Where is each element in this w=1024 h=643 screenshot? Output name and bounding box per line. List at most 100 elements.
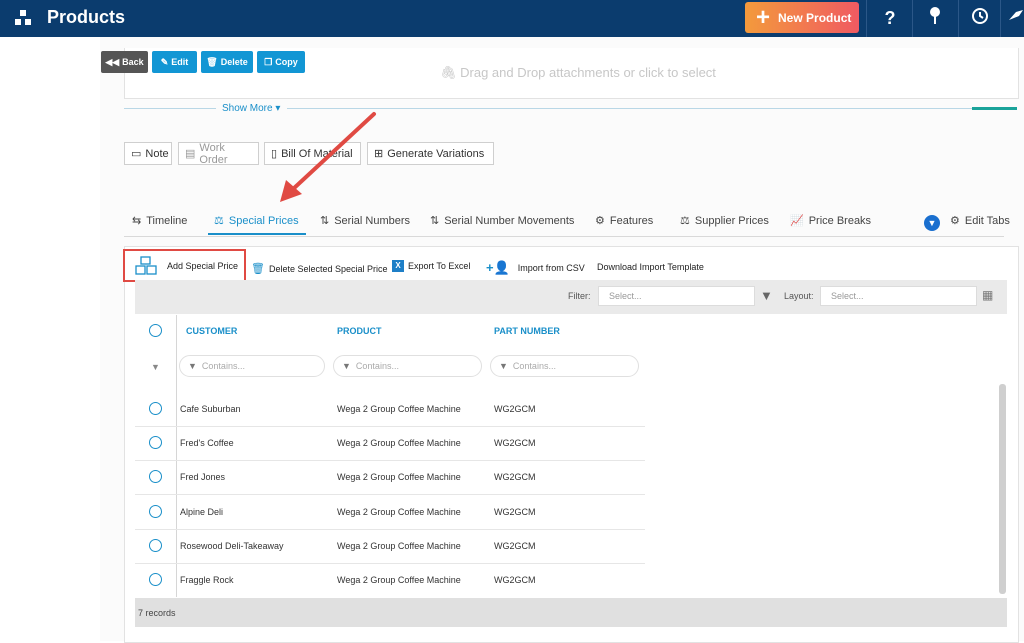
scale-icon: ⚖ (214, 215, 224, 227)
row-checkbox[interactable] (149, 573, 162, 586)
active-tab-indicator (208, 233, 306, 235)
column-header-product[interactable]: PRODUCT (337, 326, 382, 336)
download-template-button[interactable]: Download Import Template (597, 262, 704, 272)
part-number-cell: WG2GCM (494, 575, 536, 585)
funnel-icon: ▼ (342, 361, 351, 371)
part-number-filter-input[interactable]: ▼ Contains... (490, 355, 639, 377)
divider-line (124, 108, 216, 109)
tab-features[interactable]: ⚙ Features (595, 214, 653, 228)
divider-line (287, 108, 973, 109)
tab-timeline[interactable]: ⇆ Timeline (132, 214, 187, 228)
back-arrows-icon: ◀◀ (105, 56, 120, 67)
scale-icon: ⚖ (680, 215, 690, 227)
part-number-cell: WG2GCM (494, 438, 536, 448)
chevron-down-icon[interactable]: ▼ (924, 215, 940, 231)
layout-grid-icon[interactable]: ▦ (982, 288, 993, 302)
product-cell: Wega 2 Group Coffee Machine (337, 507, 461, 517)
note-button[interactable]: ▭ Note (124, 142, 172, 165)
part-number-cell: WG2GCM (494, 404, 536, 414)
dropzone-text: 🖇 Drag and Drop attachments or click to … (440, 65, 716, 80)
export-excel-button[interactable]: X Export To Excel (392, 260, 470, 272)
product-cell: Wega 2 Group Coffee Machine (337, 404, 461, 414)
row-checkbox[interactable] (149, 505, 162, 518)
timeline-icon: ⇆ (132, 215, 142, 227)
pin-icon[interactable] (923, 6, 947, 30)
funnel-icon[interactable]: ▼ (760, 288, 773, 303)
table-row[interactable]: Fred's Coffee Wega 2 Group Coffee Machin… (135, 426, 645, 461)
note-icon: ▭ (131, 148, 142, 160)
customer-cell: Fred Jones (180, 472, 226, 482)
edit-icon: ✎ (160, 56, 169, 67)
customer-cell: Fred's Coffee (180, 438, 234, 448)
filter-icon: ▼ (151, 362, 160, 372)
chart-icon: 📈 (790, 215, 804, 227)
filter-select[interactable]: Select... (598, 286, 755, 306)
products-logo-icon (15, 10, 31, 25)
product-cell: Wega 2 Group Coffee Machine (337, 575, 461, 585)
tab-serial-number-movements[interactable]: ⇅ Serial Number Movements (430, 214, 574, 228)
delete-button[interactable]: 🗑 Delete (201, 51, 253, 73)
product-filter-input[interactable]: ▼ Contains... (333, 355, 482, 377)
gear-icon: ⚙ (950, 215, 960, 227)
work-order-button[interactable]: ▤ Work Order (178, 142, 259, 166)
table-row[interactable]: Cafe Suburban Wega 2 Group Coffee Machin… (135, 392, 645, 427)
divider (866, 0, 867, 37)
add-user-icon: +👤 (486, 260, 510, 275)
tab-special-prices[interactable]: ⚖ Special Prices (214, 214, 299, 228)
sort-icon: ⇅ (320, 215, 330, 227)
product-cell: Wega 2 Group Coffee Machine (337, 541, 461, 551)
product-cell: Wega 2 Group Coffee Machine (337, 472, 461, 482)
tab-price-breaks[interactable]: 📈 Price Breaks (790, 214, 871, 228)
table-row[interactable]: Rosewood Deli-Takeaway Wega 2 Group Coff… (135, 529, 645, 564)
generate-variations-button[interactable]: ⊞ Generate Variations (367, 142, 494, 165)
new-product-label: New Product (778, 10, 852, 25)
annotation-arrow-icon (280, 112, 376, 202)
table-footer (135, 598, 1007, 627)
left-margin (0, 37, 100, 641)
row-checkbox[interactable] (149, 436, 162, 449)
trash-icon: 🗑 (251, 263, 265, 275)
layout-select[interactable]: Select... (820, 286, 977, 306)
layout-label: Layout: (784, 291, 814, 301)
customer-filter-input[interactable]: ▼ Contains... (179, 355, 325, 377)
delete-special-price-button[interactable]: 🗑 Delete Selected Special Price (251, 262, 388, 275)
divider (958, 0, 959, 37)
edit-tabs-button[interactable]: ⚙ Edit Tabs (950, 214, 1010, 228)
copy-button[interactable]: ❐ Copy (257, 51, 305, 73)
customer-cell: Rosewood Deli-Takeaway (180, 541, 284, 551)
funnel-icon: ▼ (188, 361, 197, 371)
filter-label: Filter: (568, 291, 591, 301)
new-product-button[interactable]: + New Product (745, 2, 859, 33)
column-header-part-number[interactable]: PART NUMBER (494, 326, 560, 336)
product-cell: Wega 2 Group Coffee Machine (337, 438, 461, 448)
history-icon[interactable] (968, 6, 992, 30)
customer-cell: Alpine Deli (180, 507, 224, 517)
help-icon[interactable]: ? (878, 6, 902, 30)
table-row[interactable]: Alpine Deli Wega 2 Group Coffee Machine … (135, 495, 645, 530)
part-number-cell: WG2GCM (494, 472, 536, 482)
row-checkbox[interactable] (149, 470, 162, 483)
row-checkbox[interactable] (149, 402, 162, 415)
trash-icon: 🗑 (206, 56, 218, 67)
import-csv-button[interactable]: +👤 Import from CSV (486, 260, 585, 276)
column-header-customer[interactable]: CUSTOMER (186, 326, 237, 336)
back-button[interactable]: ◀◀ Back (101, 51, 148, 73)
tab-supplier-prices[interactable]: ⚖ Supplier Prices (680, 214, 769, 228)
funnel-icon: ▼ (499, 361, 508, 371)
sort-icon: ⇅ (430, 215, 440, 227)
customer-cell: Cafe Suburban (180, 404, 241, 414)
edit-button[interactable]: ✎ Edit (152, 51, 197, 73)
paperclip-icon: 🖇 (440, 65, 457, 80)
top-navigation-bar: Products + New Product ? (0, 0, 1024, 37)
accent-bar (972, 107, 1017, 110)
select-all-checkbox[interactable] (149, 324, 162, 337)
bird-icon[interactable] (1004, 6, 1024, 30)
divider (1000, 0, 1001, 37)
table-row[interactable]: Fred Jones Wega 2 Group Coffee Machine W… (135, 460, 645, 495)
copy-icon: ❐ (264, 56, 273, 67)
table-row[interactable]: Fraggle Rock Wega 2 Group Coffee Machine… (135, 563, 645, 597)
row-checkbox[interactable] (149, 539, 162, 552)
tab-serial-numbers[interactable]: ⇅ Serial Numbers (320, 214, 410, 228)
vertical-scrollbar[interactable] (999, 384, 1006, 594)
part-number-cell: WG2GCM (494, 541, 536, 551)
